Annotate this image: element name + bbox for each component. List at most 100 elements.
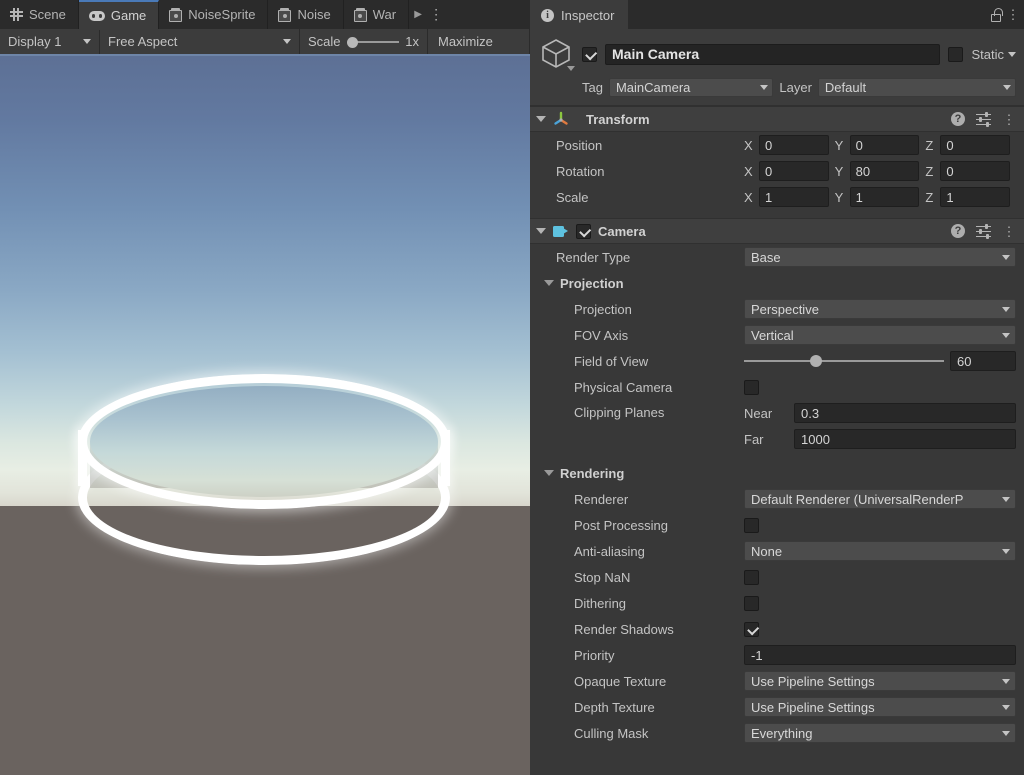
physical-camera-checkbox[interactable] (744, 379, 759, 395)
depth-texture-dropdown[interactable]: Use Pipeline Settings (744, 697, 1016, 717)
grid-icon (10, 8, 23, 21)
collapse-triangle-icon[interactable] (544, 280, 554, 286)
opaque-texture-dropdown[interactable]: Use Pipeline Settings (744, 671, 1016, 691)
priority-input[interactable]: -1 (744, 645, 1016, 665)
chevron-down-icon (283, 39, 291, 44)
gameobject-name-input[interactable]: Main Camera (605, 43, 941, 65)
renderer-value: Default Renderer (UniversalRenderP (751, 491, 964, 507)
transform-component-header[interactable]: Transform ? ⋮ (530, 106, 1024, 132)
tag-dropdown[interactable]: MainCamera (608, 78, 774, 97)
camera-component-header[interactable]: Camera ? ⋮ (530, 218, 1024, 244)
maximize-on-play-toggle[interactable]: Maximize (428, 29, 530, 54)
dithering-row: Dithering (530, 590, 1024, 616)
axis-x-label: X (744, 163, 753, 179)
preset-settings-icon[interactable] (976, 112, 991, 127)
game-view-toolbar: Display 1 Free Aspect Scale 1x Maximize (0, 29, 530, 56)
culling-mask-dropdown[interactable]: Everything (744, 723, 1016, 743)
scale-z-input[interactable]: 1 (940, 187, 1011, 207)
renderer-label: Renderer (574, 491, 629, 507)
inspector-kebab-menu-icon[interactable]: ⋮ (1006, 8, 1020, 21)
scale-y-input[interactable]: 1 (849, 187, 920, 207)
anti-aliasing-dropdown[interactable]: None (744, 541, 1016, 561)
tab-scene[interactable]: Scene (0, 0, 79, 29)
position-y-input[interactable]: 0 (849, 135, 920, 155)
preset-settings-icon[interactable] (976, 224, 991, 239)
projection-bottom-spacer (530, 452, 1024, 460)
chevron-down-icon (1002, 730, 1010, 736)
scale-value: 1x (405, 34, 419, 49)
physical-camera-label: Physical Camera (574, 379, 673, 395)
sprite-icon (278, 7, 292, 22)
rotation-z-input[interactable]: 0 (940, 161, 1011, 181)
scale-slider[interactable] (346, 36, 400, 48)
static-flags-dropdown[interactable]: Static (971, 47, 1016, 62)
axis-z-label: Z (925, 189, 934, 205)
game-panel-kebab-menu-icon[interactable]: ⋮ (427, 0, 446, 29)
collapse-triangle-icon[interactable] (544, 470, 554, 476)
chevron-down-icon (1003, 85, 1011, 90)
dithering-checkbox[interactable] (744, 595, 759, 611)
collapse-triangle-icon[interactable] (536, 228, 546, 234)
camera-enabled-checkbox[interactable] (576, 223, 591, 239)
chevron-down-icon (1002, 332, 1010, 338)
tab-overflow-chevron-right-icon[interactable]: ▶ (409, 0, 428, 29)
aspect-dropdown-label: Free Aspect (108, 34, 178, 49)
render-type-value: Base (751, 249, 781, 265)
culling-mask-row: Culling Mask Everything (530, 720, 1024, 746)
help-icon[interactable]: ? (951, 112, 965, 126)
tab-inspector[interactable]: i Inspector (530, 0, 629, 29)
axis-x-label: X (744, 137, 753, 153)
display-dropdown-label: Display 1 (8, 34, 62, 49)
anti-aliasing-label: Anti-aliasing (574, 543, 645, 559)
render-type-label: Render Type (556, 249, 631, 265)
renderer-dropdown[interactable]: Default Renderer (UniversalRenderP (744, 489, 1016, 509)
scale-slider-group[interactable]: Scale 1x (300, 29, 428, 54)
game-render-area[interactable]: Button (0, 56, 530, 775)
projection-dropdown[interactable]: Perspective (744, 299, 1016, 319)
tab-noisesprite-label: NoiseSprite (188, 7, 256, 22)
tab-noisesprite[interactable]: NoiseSprite (159, 0, 269, 29)
transform-kebab-menu-icon[interactable]: ⋮ (1002, 113, 1016, 126)
post-processing-checkbox[interactable] (744, 517, 759, 533)
tab-war[interactable]: War (343, 0, 410, 29)
projection-section-title: Projection (560, 275, 624, 291)
scale-y-value: 1 (855, 189, 863, 205)
rotation-x-input[interactable]: 0 (759, 161, 829, 181)
collapse-triangle-icon[interactable] (536, 116, 546, 122)
post-processing-label: Post Processing (574, 517, 668, 533)
rendering-section-header[interactable]: Rendering (530, 460, 1024, 486)
field-of-view-slider[interactable] (744, 351, 944, 371)
aspect-ratio-dropdown[interactable]: Free Aspect (100, 29, 300, 54)
position-z-input[interactable]: 0 (940, 135, 1011, 155)
static-checkbox[interactable] (948, 46, 964, 62)
scale-label: Scale (556, 189, 589, 205)
unity-editor-window: Scene Game NoiseSprite Noise War ▶ ⋮ Dis… (0, 0, 1024, 775)
clipping-far-line: Far 1000 (744, 426, 1016, 452)
field-of-view-input[interactable]: 60 (950, 351, 1016, 371)
cube-icon[interactable] (540, 37, 575, 71)
render-type-dropdown[interactable]: Base (744, 247, 1016, 267)
camera-kebab-menu-icon[interactable]: ⋮ (1002, 225, 1016, 238)
fov-axis-dropdown[interactable]: Vertical (744, 325, 1016, 345)
render-shadows-checkbox[interactable] (744, 621, 759, 637)
scale-x-input[interactable]: 1 (759, 187, 829, 207)
priority-value: -1 (751, 647, 763, 663)
projection-label: Projection (574, 301, 632, 317)
clipping-planes-fields: Near 0.3 Far 1000 (744, 400, 1024, 452)
stop-nan-checkbox[interactable] (744, 569, 759, 585)
gameobject-enabled-checkbox[interactable] (582, 46, 597, 62)
layer-dropdown[interactable]: Default (817, 78, 1016, 97)
projection-section-header[interactable]: Projection (530, 270, 1024, 296)
tab-game[interactable]: Game (78, 0, 160, 30)
help-icon[interactable]: ? (951, 224, 965, 238)
clipping-far-input[interactable]: 1000 (794, 429, 1016, 449)
dithering-cell (744, 595, 1024, 611)
tab-noise[interactable]: Noise (268, 0, 344, 29)
position-x-input[interactable]: 0 (759, 135, 829, 155)
position-x-value: 0 (765, 137, 773, 153)
rotation-y-input[interactable]: 80 (849, 161, 920, 181)
inspector-content: Main Camera Static Tag MainCamera Layer (530, 29, 1024, 775)
lock-open-icon[interactable] (991, 7, 1004, 22)
display-dropdown[interactable]: Display 1 (0, 29, 100, 54)
clipping-near-input[interactable]: 0.3 (794, 403, 1016, 423)
